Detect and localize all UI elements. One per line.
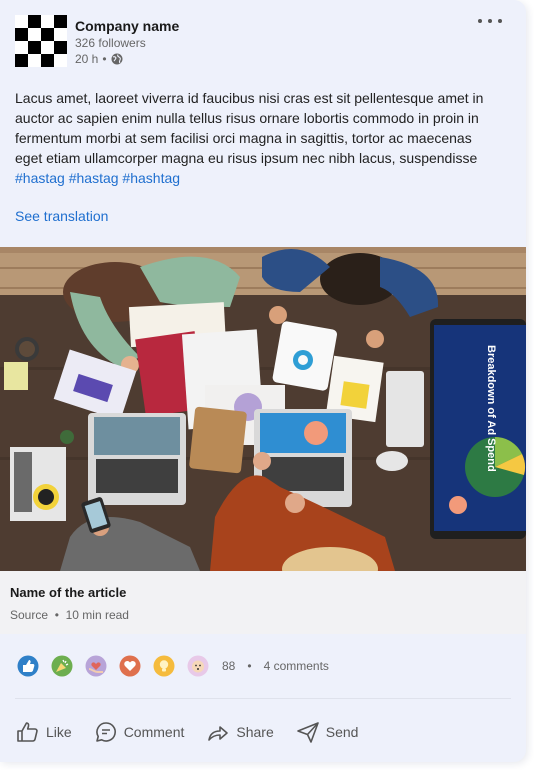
share-button[interactable]: Share bbox=[206, 720, 274, 744]
share-icon bbox=[208, 726, 229, 741]
reaction-count[interactable]: 88 bbox=[222, 659, 235, 673]
post-hashtags[interactable]: #hastag #hastag #hashtag bbox=[15, 170, 180, 186]
celebrate-icon bbox=[50, 654, 74, 678]
curious-icon bbox=[186, 654, 210, 678]
article-meta: Source • 10 min read bbox=[10, 608, 129, 622]
count-separator: • bbox=[247, 659, 252, 673]
post-actions: Like Comment Share Send bbox=[16, 720, 358, 744]
comment-count[interactable]: 4 comments bbox=[264, 659, 329, 673]
comment-button[interactable]: Comment bbox=[94, 720, 185, 744]
reactions-summary[interactable]: 88 • 4 comments bbox=[16, 654, 329, 678]
comment-icon bbox=[95, 722, 116, 742]
dot-icon bbox=[498, 19, 502, 23]
post-card: Company name 326 followers 20 h • Lacus … bbox=[0, 0, 526, 762]
post-body: Lacus amet, laoreet viverra id faucibus … bbox=[15, 90, 484, 166]
see-translation-link[interactable]: See translation bbox=[15, 208, 108, 224]
meta-separator: • bbox=[51, 608, 63, 622]
dot-icon bbox=[478, 19, 482, 23]
more-options-button[interactable] bbox=[478, 13, 502, 29]
post-image[interactable]: Breakdown of Ad Spend bbox=[0, 247, 526, 571]
divider bbox=[15, 698, 511, 699]
article-title[interactable]: Name of the article bbox=[10, 585, 126, 600]
company-name[interactable]: Company name bbox=[75, 18, 179, 34]
article-read-time: 10 min read bbox=[65, 608, 129, 622]
globe-icon bbox=[111, 53, 123, 65]
support-icon bbox=[84, 654, 108, 678]
send-button[interactable]: Send bbox=[296, 720, 359, 744]
thumbs-up-icon bbox=[17, 722, 38, 742]
follower-count: 326 followers bbox=[75, 36, 146, 50]
like-label: Like bbox=[46, 724, 72, 740]
love-icon bbox=[118, 654, 142, 678]
like-button[interactable]: Like bbox=[16, 720, 72, 744]
share-label: Share bbox=[236, 724, 274, 740]
send-label: Send bbox=[325, 724, 359, 740]
like-icon bbox=[16, 654, 40, 678]
article-source: Source bbox=[10, 608, 49, 622]
post-time-label: 20 h bbox=[75, 52, 99, 66]
post-text: Lacus amet, laoreet viverra id faucibus … bbox=[15, 88, 500, 188]
dot-icon bbox=[488, 19, 492, 23]
company-logo[interactable] bbox=[15, 15, 67, 67]
send-icon bbox=[296, 722, 319, 743]
team-meeting-illustration: Breakdown of Ad Spend bbox=[0, 247, 526, 571]
monitor-screen-title: Breakdown of Ad Spend bbox=[485, 345, 497, 472]
insightful-icon bbox=[152, 654, 176, 678]
post-time: 20 h • bbox=[75, 52, 123, 66]
comment-label: Comment bbox=[123, 724, 185, 740]
article-preview[interactable]: Name of the article Source • 10 min read bbox=[0, 571, 526, 634]
time-separator: • bbox=[102, 52, 107, 66]
